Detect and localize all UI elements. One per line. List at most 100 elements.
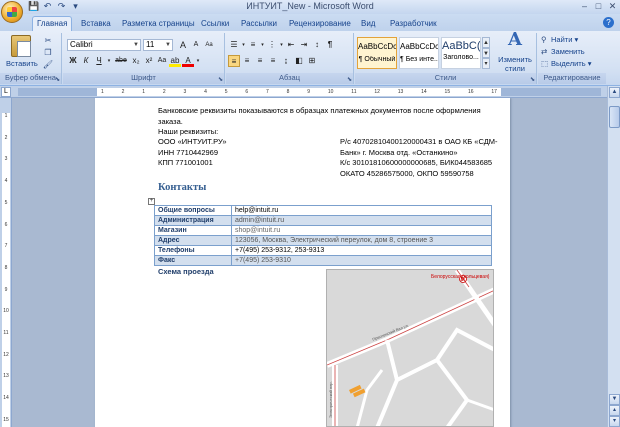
multilevel-list-icon[interactable]: ⋮ [266,39,278,51]
tab-home[interactable]: Главная [32,16,73,31]
styles-up-icon[interactable]: ▲ [482,37,490,48]
account: Р/с 40702810400120000431 в ОАО КБ «СДМ- [340,137,498,146]
format-painter-icon[interactable]: 🖌 [42,60,54,70]
contact-value[interactable]: 123056, Москва, Электрический переулок, … [231,235,492,246]
tab-mailings[interactable]: Рассылки [237,17,281,31]
styles-expand-icon[interactable]: ⬊ [530,76,535,83]
font-color-button[interactable]: A [182,55,194,67]
contact-value[interactable]: admin@intuit.ru [231,215,492,226]
styles-down-icon[interactable]: ▼ [482,47,490,59]
subscript-button[interactable]: x₂ [130,55,142,67]
contact-value[interactable]: help@intuit.ru [231,205,492,216]
bullets-dropdown-icon[interactable]: ▾ [241,39,246,51]
shading-icon[interactable]: ◧ [293,55,305,67]
style-no-spacing[interactable]: AaBbCcDc ¶ Без инте... [399,37,439,69]
contact-value[interactable]: +7(495) 253-9310 [231,255,492,266]
superscript-button[interactable]: x² [143,55,155,67]
directions-map[interactable]: Белорусская (кольцевая) M Пресненский Ва… [326,269,494,427]
change-styles-button[interactable]: A Изменить стили [495,31,535,74]
font-name-dropdown-icon[interactable]: ▼ [133,40,139,50]
ruler-marks: 1 2 1 2 3 4 5 6 7 8 9 10 11 12 13 14 15 16 17 [97,88,501,96]
contact-value[interactable]: +7(495) 253-9312, 253-9313 [231,245,492,256]
tab-insert[interactable]: Вставка [77,17,115,31]
grow-font-button[interactable]: A [177,39,189,51]
close-button[interactable]: ✕ [607,1,618,12]
contact-key[interactable]: Телефоны [154,245,232,256]
underline-button[interactable]: Ч [93,55,105,67]
numbering-dropdown-icon[interactable]: ▾ [260,39,265,51]
font-size-dropdown-icon[interactable]: ▼ [165,40,171,50]
multilevel-dropdown-icon[interactable]: ▾ [279,39,284,51]
font-size-box[interactable]: 11 ▼ [143,39,173,51]
increase-indent-icon[interactable]: ⇥ [298,39,310,51]
font-name-box[interactable]: Calibri ▼ [67,39,141,51]
table-move-handle-icon[interactable]: + [148,198,155,205]
style-heading[interactable]: AaBbC( Заголово... [441,37,481,69]
paragraph-expand-icon[interactable]: ⬊ [347,76,352,83]
paste-button[interactable]: Вставить [6,35,38,68]
contact-key[interactable]: Администрация [154,215,232,226]
cut-icon[interactable]: ✂ [42,36,54,46]
align-right-icon[interactable]: ≡ [254,55,266,67]
highlight-button[interactable]: ab [169,55,181,67]
justify-icon[interactable]: ≡ [267,55,279,67]
tab-review[interactable]: Рецензирование [285,17,355,31]
intro-paragraph[interactable]: Банковские реквизиты показываются в обра… [158,106,498,138]
decrease-indent-icon[interactable]: ⇤ [285,39,297,51]
sort-icon[interactable]: ↕ [311,39,323,51]
align-left-icon[interactable]: ≡ [228,55,240,67]
tab-developer[interactable]: Разработчик [386,17,441,31]
office-button[interactable] [1,1,23,23]
vertical-scrollbar[interactable]: ▲ ▼ ▴ ▾ [607,86,620,427]
scroll-down-button[interactable]: ▼ [609,394,620,405]
shrink-font-button[interactable]: A [190,39,202,51]
tab-selector[interactable]: L [1,87,11,97]
italic-button[interactable]: К [80,55,92,67]
contact-value[interactable]: shop@intuit.ru [231,225,492,236]
show-marks-button[interactable]: ¶ [324,39,336,51]
map-caption[interactable]: Схема проезда [158,267,214,278]
contacts-table[interactable]: Общие вопросы help@intuit.ru Администраци… [154,205,492,266]
contacts-heading[interactable]: Контакты [158,182,206,193]
tab-references[interactable]: Ссылки [197,17,233,31]
ruler-mark: 1 [101,89,104,95]
clipboard-expand-icon[interactable]: ⬊ [55,76,60,83]
underline-dropdown-icon[interactable]: ▾ [106,55,112,67]
document-page[interactable]: Банковские реквизиты показываются в обра… [95,98,510,427]
scroll-up-button[interactable]: ▲ [609,87,620,98]
line-spacing-icon[interactable]: ↨ [280,55,292,67]
requisites-right[interactable]: Р/с 40702810400120000431 в ОАО КБ «СДМ- … [340,137,505,179]
vertical-ruler[interactable]: 1 2 3 4 5 6 7 8 9 10 11 12 13 14 15 [0,98,12,427]
style-normal[interactable]: AaBbCcDc ¶ Обычный [357,37,397,69]
numbering-icon[interactable]: ≡ [247,39,259,51]
clear-format-button[interactable]: Aa [203,39,215,51]
help-icon[interactable]: ? [603,17,614,28]
change-case-button[interactable]: Aa [156,55,168,67]
contact-key[interactable]: Факс [154,255,232,266]
scroll-thumb[interactable] [609,106,620,128]
select-button[interactable]: ⬚ Выделить ▾ [541,59,591,68]
find-button[interactable]: ⚲ Найти ▾ [541,35,578,44]
copy-icon[interactable]: ❐ [42,48,54,58]
contact-key[interactable]: Адрес [154,235,232,246]
contact-key[interactable]: Общие вопросы [154,205,232,216]
minimize-button[interactable]: – [579,1,590,12]
tab-page-layout[interactable]: Разметка страницы [118,17,199,31]
contact-key[interactable]: Магазин [154,225,232,236]
strikethrough-button[interactable]: abe [113,55,129,67]
replace-button[interactable]: ⇄ Заменить [541,47,585,56]
requisites-left[interactable]: ООО «ИНТУИТ.РУ» ИНН 7710442969 КПП 77100… [158,137,328,169]
borders-icon[interactable]: ⊞ [306,55,318,67]
prev-page-button[interactable]: ▴ [609,405,620,416]
bullets-icon[interactable]: ☰ [228,39,240,51]
styles-more-icon[interactable]: ▾ [482,58,490,69]
next-page-button[interactable]: ▾ [609,416,620,427]
align-center-icon[interactable]: ≡ [241,55,253,67]
bold-button[interactable]: Ж [67,55,79,67]
horizontal-ruler[interactable]: L 1 2 1 2 3 4 5 6 7 8 9 10 11 12 13 14 15 16 17 [0,86,620,98]
tab-view[interactable]: Вид [357,17,379,31]
maximize-button[interactable]: □ [593,1,604,12]
document-canvas[interactable]: Банковские реквизиты показываются в обра… [12,98,607,427]
font-expand-icon[interactable]: ⬊ [218,76,223,83]
font-color-dropdown-icon[interactable]: ▾ [195,55,201,67]
